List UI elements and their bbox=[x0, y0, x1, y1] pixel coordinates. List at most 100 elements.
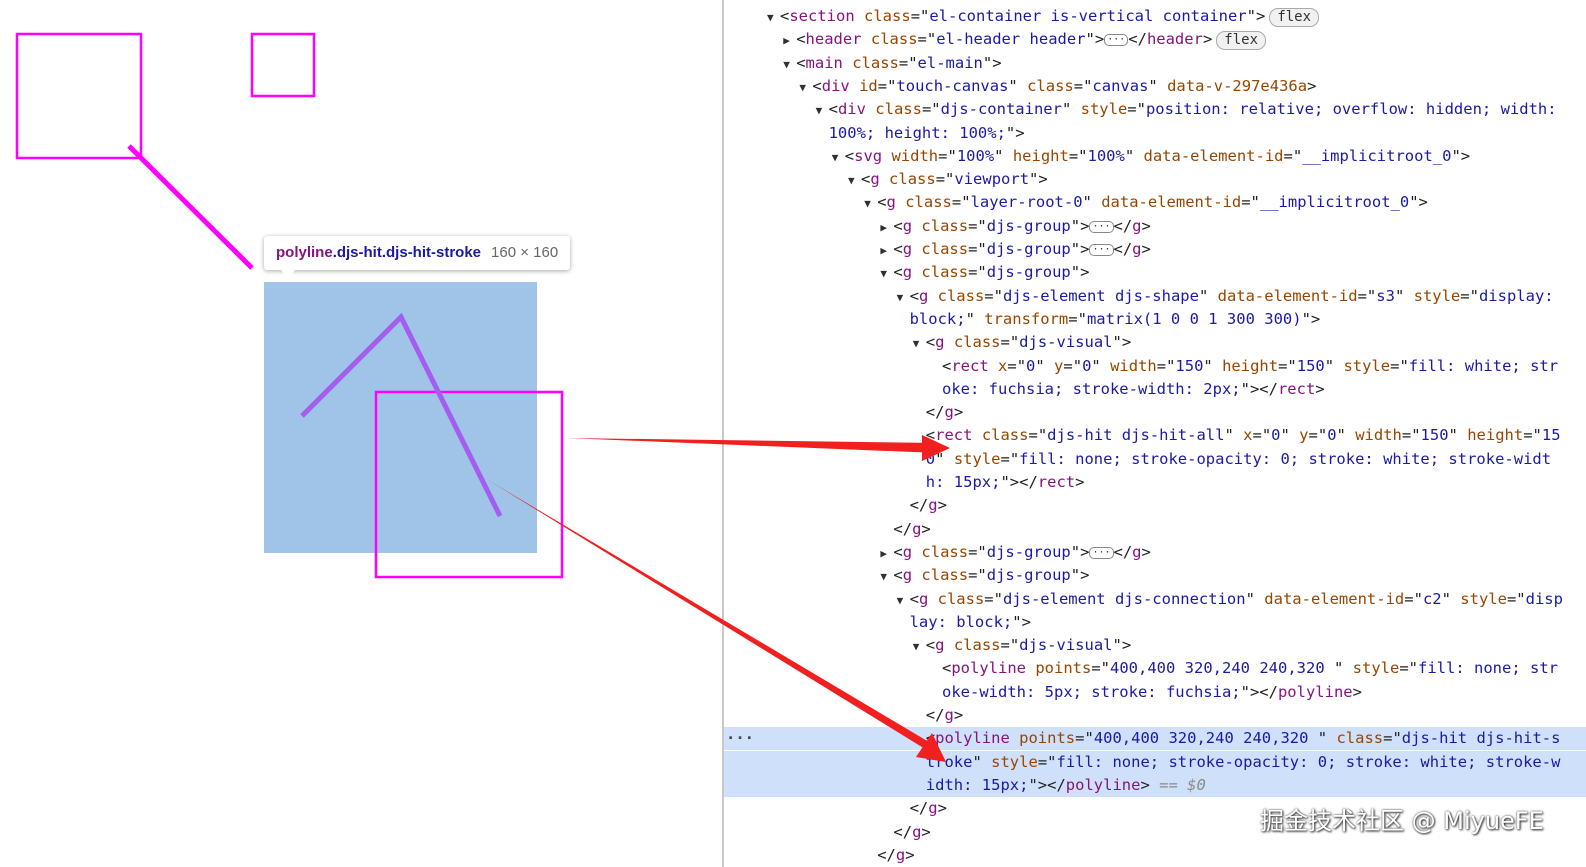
dom-tree-row[interactable]: oke-width: 5px; stroke: fuchsia;"></poly… bbox=[724, 681, 1586, 704]
dom-tree-row[interactable]: 100%; height: 100%;"> bbox=[724, 122, 1586, 145]
attr-name: class bbox=[921, 566, 969, 585]
punct bbox=[972, 426, 981, 444]
punct: =" bbox=[938, 146, 957, 165]
punct: =" bbox=[1156, 356, 1176, 375]
dom-tree-row[interactable]: </g> bbox=[724, 844, 1586, 867]
punct: =" bbox=[1073, 76, 1093, 95]
flex-badge[interactable]: flex bbox=[1269, 8, 1320, 27]
dom-tree-row[interactable]: </g> bbox=[724, 401, 1586, 424]
shape-rect-large[interactable] bbox=[15, 32, 143, 160]
dom-tree-row[interactable]: </g> bbox=[724, 704, 1586, 727]
expand-triangle-icon[interactable]: ▼ bbox=[832, 146, 845, 169]
punct: =" bbox=[1000, 636, 1020, 655]
dom-tree-row[interactable]: ▼ <g class="viewport"> bbox=[724, 168, 1586, 191]
expand-triangle-icon[interactable]: ▼ bbox=[880, 565, 893, 588]
shape-rect-small[interactable] bbox=[250, 32, 316, 98]
dom-tree-row[interactable]: ··· <polyline points="400,400 320,240 240… bbox=[724, 727, 1586, 751]
attr-value: djs-visual bbox=[1019, 333, 1113, 352]
ellipsis-icon[interactable]: ··· bbox=[1104, 34, 1129, 47]
attr-value: disp bbox=[1525, 589, 1563, 608]
expand-triangle-icon[interactable]: ▼ bbox=[913, 332, 926, 355]
ellipsis-icon[interactable]: ··· bbox=[1089, 220, 1114, 233]
punct: < bbox=[909, 589, 919, 608]
expand-triangle-icon[interactable]: ▼ bbox=[897, 286, 910, 309]
dom-node-text: ▼ <g class="djs-group"> bbox=[880, 564, 1089, 588]
dom-tree-row[interactable]: ▶ <g class="djs-group"> ··· </g> bbox=[724, 541, 1586, 564]
dom-tree-row[interactable]: 0" style="fill: none; stroke-opacity: 0;… bbox=[724, 448, 1586, 471]
row-more-icon[interactable]: ··· bbox=[726, 727, 754, 750]
ellipsis-icon[interactable]: ··· bbox=[1089, 244, 1114, 256]
punct: =" bbox=[917, 30, 937, 49]
dom-tree-row[interactable]: </g> bbox=[724, 494, 1586, 517]
dom-tree-row[interactable]: ▶ <header class="el-header header"> ··· </h… bbox=[724, 28, 1586, 51]
connection-line[interactable] bbox=[127, 144, 254, 270]
dom-tree-row[interactable]: ▼ <section class="el-container is-vertica… bbox=[724, 5, 1586, 28]
expand-triangle-icon[interactable]: ▼ bbox=[913, 635, 926, 658]
dom-tree-row[interactable]: h: 15px;"></rect> bbox=[724, 471, 1586, 494]
tooltip-classes: .djs-hit.djs-hit-stroke bbox=[332, 244, 482, 261]
collapse-triangle-icon[interactable]: ▶ bbox=[880, 239, 893, 262]
expand-triangle-icon[interactable]: ▼ bbox=[897, 589, 910, 612]
collapse-triangle-icon[interactable]: ▶ bbox=[880, 542, 893, 565]
dom-tree-row[interactable]: ▼ <main class="el-main"> bbox=[724, 52, 1586, 75]
expand-triangle-icon[interactable]: ▼ bbox=[880, 262, 893, 285]
punct: "> bbox=[1070, 566, 1090, 585]
punct: " bbox=[1333, 659, 1353, 678]
attr-value: 0 bbox=[925, 449, 936, 468]
attr-name: height bbox=[1012, 146, 1069, 165]
devtools-elements-panel[interactable]: ▼ <section class="el-container is-vertica… bbox=[724, 0, 1586, 867]
flex-badge[interactable]: flex bbox=[1216, 31, 1266, 51]
punct: < bbox=[893, 542, 903, 561]
attr-name: class bbox=[1027, 76, 1074, 95]
dom-tree-row[interactable]: troke" style="fill: none; stroke-opacity… bbox=[724, 750, 1586, 774]
dom-tree-row[interactable]: <polyline points="400,400 320,240 240,32… bbox=[724, 657, 1586, 680]
punct: < bbox=[925, 636, 936, 655]
dom-tree-row[interactable]: ▼ <g class="djs-visual"> bbox=[724, 331, 1586, 354]
dom-tree-row[interactable]: ▼ <g class="djs-group"> bbox=[724, 564, 1586, 587]
punct: =" bbox=[968, 216, 987, 235]
tag-name: polyline bbox=[1065, 775, 1141, 794]
dom-tree-row[interactable]: ▼ <g class="djs-group"> bbox=[724, 261, 1586, 284]
dom-tree-row[interactable]: ▼ <g class="djs-visual"> bbox=[724, 634, 1586, 657]
ellipsis-icon[interactable]: ··· bbox=[1089, 546, 1114, 559]
punct: </ bbox=[925, 403, 945, 422]
punct: " bbox=[1198, 286, 1218, 305]
punct: </ bbox=[877, 845, 896, 864]
expand-triangle-icon[interactable]: ▼ bbox=[767, 6, 780, 29]
expand-triangle-icon[interactable]: ▼ bbox=[799, 76, 812, 99]
dom-node-text: ▼ <g class="djs-element djs-connection" d… bbox=[897, 588, 1563, 612]
punct: =" bbox=[1308, 426, 1328, 445]
dom-tree-row[interactable]: ▼ <div class="djs-container" style="posit… bbox=[724, 98, 1586, 121]
dom-node-text: ▼ <g class="layer-root-0" data-element-id… bbox=[864, 191, 1428, 215]
dom-node-text: ▼ <svg width="100%" height="100%" data-el… bbox=[832, 145, 1470, 169]
dom-tree-row[interactable]: oke: fuchsia; stroke-width: 2px;"></rect… bbox=[724, 378, 1586, 401]
punct bbox=[896, 193, 905, 211]
dom-tree-row[interactable]: <rect class="djs-hit djs-hit-all" x="0" … bbox=[724, 424, 1586, 447]
dom-tree-row[interactable]: ▼ <g class="djs-element djs-shape" data-e… bbox=[724, 285, 1586, 308]
collapse-triangle-icon[interactable]: ▶ bbox=[783, 29, 796, 52]
dom-tree-row[interactable]: ▶ <g class="djs-group"> ··· </g> bbox=[724, 238, 1586, 261]
dom-tree-row[interactable]: ▼ <g class="layer-root-0" data-element-id… bbox=[724, 191, 1586, 214]
collapse-triangle-icon[interactable]: ▶ bbox=[880, 216, 893, 239]
punct bbox=[1026, 659, 1035, 677]
attr-value: canvas bbox=[1092, 76, 1149, 95]
punct: > bbox=[1140, 775, 1150, 794]
dom-tree-row[interactable]: ▼ <svg width="100%" height="100%" data-el… bbox=[724, 145, 1586, 168]
dom-tree-row[interactable]: ▶ <g class="djs-group"> ··· </g> bbox=[724, 215, 1586, 238]
expand-triangle-icon[interactable]: ▼ bbox=[783, 53, 796, 76]
expand-triangle-icon[interactable]: ▼ bbox=[864, 192, 877, 215]
dom-tree-row[interactable]: block;" transform="matrix(1 0 0 1 300 30… bbox=[724, 308, 1586, 331]
dom-tree-row[interactable]: lay: block;"> bbox=[724, 611, 1586, 634]
dom-tree-row[interactable]: ▼ <g class="djs-element djs-connection" d… bbox=[724, 588, 1586, 611]
canvas-viewport[interactable] bbox=[0, 0, 722, 867]
punct: =" bbox=[1401, 426, 1421, 445]
dom-tree-row[interactable]: <rect x="0" y="0" width="150" height="15… bbox=[724, 355, 1586, 378]
dom-tree-row[interactable]: </g> bbox=[724, 518, 1586, 541]
punct: " bbox=[1091, 356, 1111, 375]
tag-name: g bbox=[895, 845, 906, 864]
dom-tree-row[interactable]: idth: 15px;"></polyline> == $0 bbox=[724, 773, 1586, 797]
expand-triangle-icon[interactable]: ▼ bbox=[816, 99, 829, 122]
expand-triangle-icon[interactable]: ▼ bbox=[848, 169, 861, 192]
punct bbox=[944, 333, 953, 351]
dom-tree-row[interactable]: ▼ <div id="touch-canvas" class="canvas" d… bbox=[724, 75, 1586, 98]
